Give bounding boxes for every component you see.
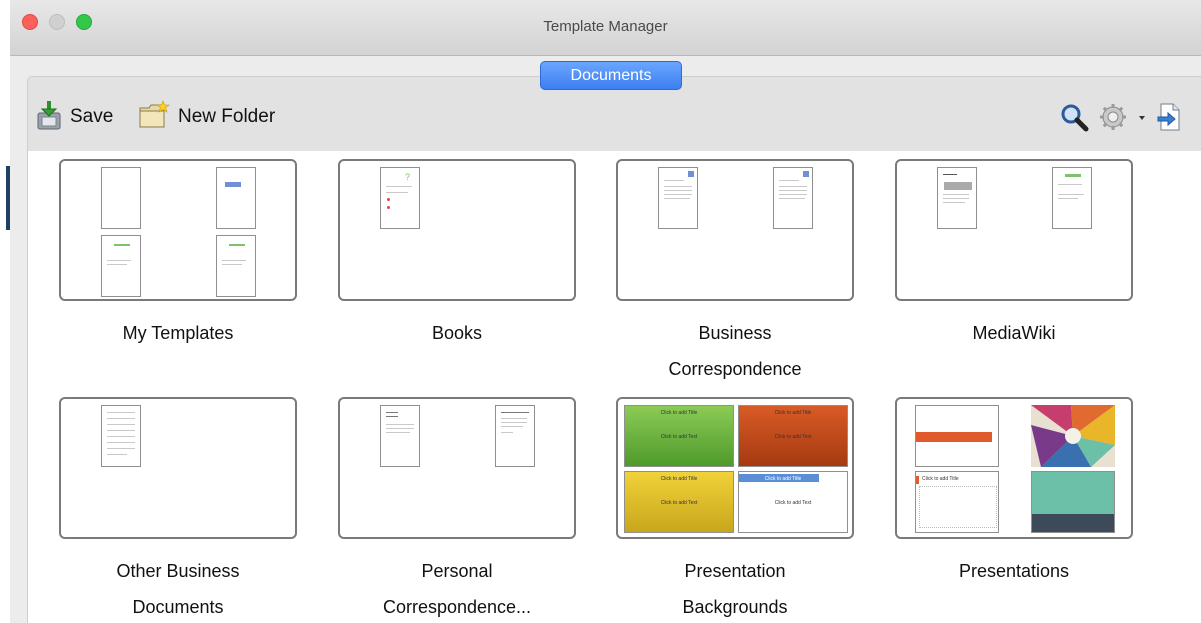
template-preview [495,405,535,467]
slide-preview-orange-band [915,405,999,467]
slide-title-text: Click to add Title [660,476,698,482]
new-folder-icon [138,99,170,135]
template-preview [937,167,977,229]
template-preview: ? [380,167,420,229]
save-icon [36,99,62,136]
template-preview [101,167,141,229]
folder-label-text: Personal Correspondence... [382,561,532,617]
template-folder-grid: My Templates ? Books Business Correspond… [28,151,1201,623]
folder-thumbnail-personal-correspondence[interactable] [338,397,576,539]
import-icon[interactable] [1157,103,1181,136]
slide-title-text: Click to add Title [774,410,812,416]
template-preview [658,167,698,229]
slide-preview-blue: Click to add Title Click to add Text [738,471,848,533]
template-preview [1052,167,1092,229]
slide-body-text: Click to add Text [774,500,812,506]
template-preview [101,405,141,467]
folder-label-text: Other Business Documents [116,561,240,617]
folder-label-text: Presentations [958,561,1070,581]
folder-thumbnail-presentations[interactable]: Click to add Title [895,397,1133,539]
folder-thumbnail-my-templates[interactable] [59,159,297,301]
background-window-edge [0,0,10,623]
folder-thumbnail-other-business-documents[interactable] [59,397,297,539]
slide-preview-white: Click to add Title [915,471,999,533]
folder-label-text: Business Correspondence [668,323,802,379]
folder-label-mediawiki[interactable]: MediaWiki [884,315,1144,351]
folder-label-presentations[interactable]: Presentations [884,553,1144,589]
template-preview [101,235,141,297]
save-label: Save [70,106,114,127]
folder-thumbnail-business-correspondence[interactable] [616,159,854,301]
slide-preview-orange: Click to add Title Click to add Text [738,405,848,467]
new-folder-label: New Folder [178,106,276,127]
template-preview [380,405,420,467]
folder-thumbnail-books[interactable]: ? [338,159,576,301]
folder-label-text: MediaWiki [972,323,1056,343]
slide-preview-yellow: Click to add Title Click to add Text [624,471,734,533]
slide-title-text: Click to add Title [660,410,698,416]
slide-body-text: Click to add Text [660,434,698,440]
title-bar[interactable]: Template Manager [10,0,1201,56]
folder-label-business-correspondence[interactable]: Business Correspondence [605,315,865,387]
folder-label-books[interactable]: Books [327,315,587,351]
slide-preview-teal [1031,471,1115,533]
new-folder-button[interactable]: New Folder [138,99,275,135]
folder-label-personal-correspondence[interactable]: Personal Correspondence... [327,553,587,623]
window-title: Template Manager [543,18,668,35]
folder-label-text: My Templates [122,323,234,343]
slide-body-text: Click to add Text [774,434,812,440]
template-preview [773,167,813,229]
folder-label-text: Presentation Backgrounds [682,561,788,617]
slide-title-text: Click to add Title [922,476,959,482]
folder-label-my-templates[interactable]: My Templates [48,315,308,351]
folder-label-other-business-documents[interactable]: Other Business Documents [48,553,308,623]
slide-title-text: Click to add Title [764,476,802,482]
template-preview [216,167,256,229]
toolbar-right-tools [1059,101,1181,137]
folder-thumbnail-mediawiki[interactable] [895,159,1133,301]
folder-label-text: Books [431,323,483,343]
search-icon[interactable] [1059,102,1089,137]
template-manager-window: Template Manager Documents Save New Fold… [10,0,1201,623]
template-preview [216,235,256,297]
chevron-down-icon[interactable] [1137,110,1147,128]
save-button[interactable]: Save [36,99,113,135]
toolbar: Save New Folder [10,95,1201,151]
slide-preview-pinwheel [1031,405,1115,467]
folder-thumbnail-presentation-backgrounds[interactable]: Click to add Title Click to add Text Cli… [616,397,854,539]
folder-label-presentation-backgrounds[interactable]: Presentation Backgrounds [605,553,865,623]
slide-preview-green: Click to add Title Click to add Text [624,405,734,467]
tab-documents[interactable]: Documents [540,61,682,90]
gear-icon[interactable] [1099,103,1127,136]
slide-body-text: Click to add Text [660,500,698,506]
